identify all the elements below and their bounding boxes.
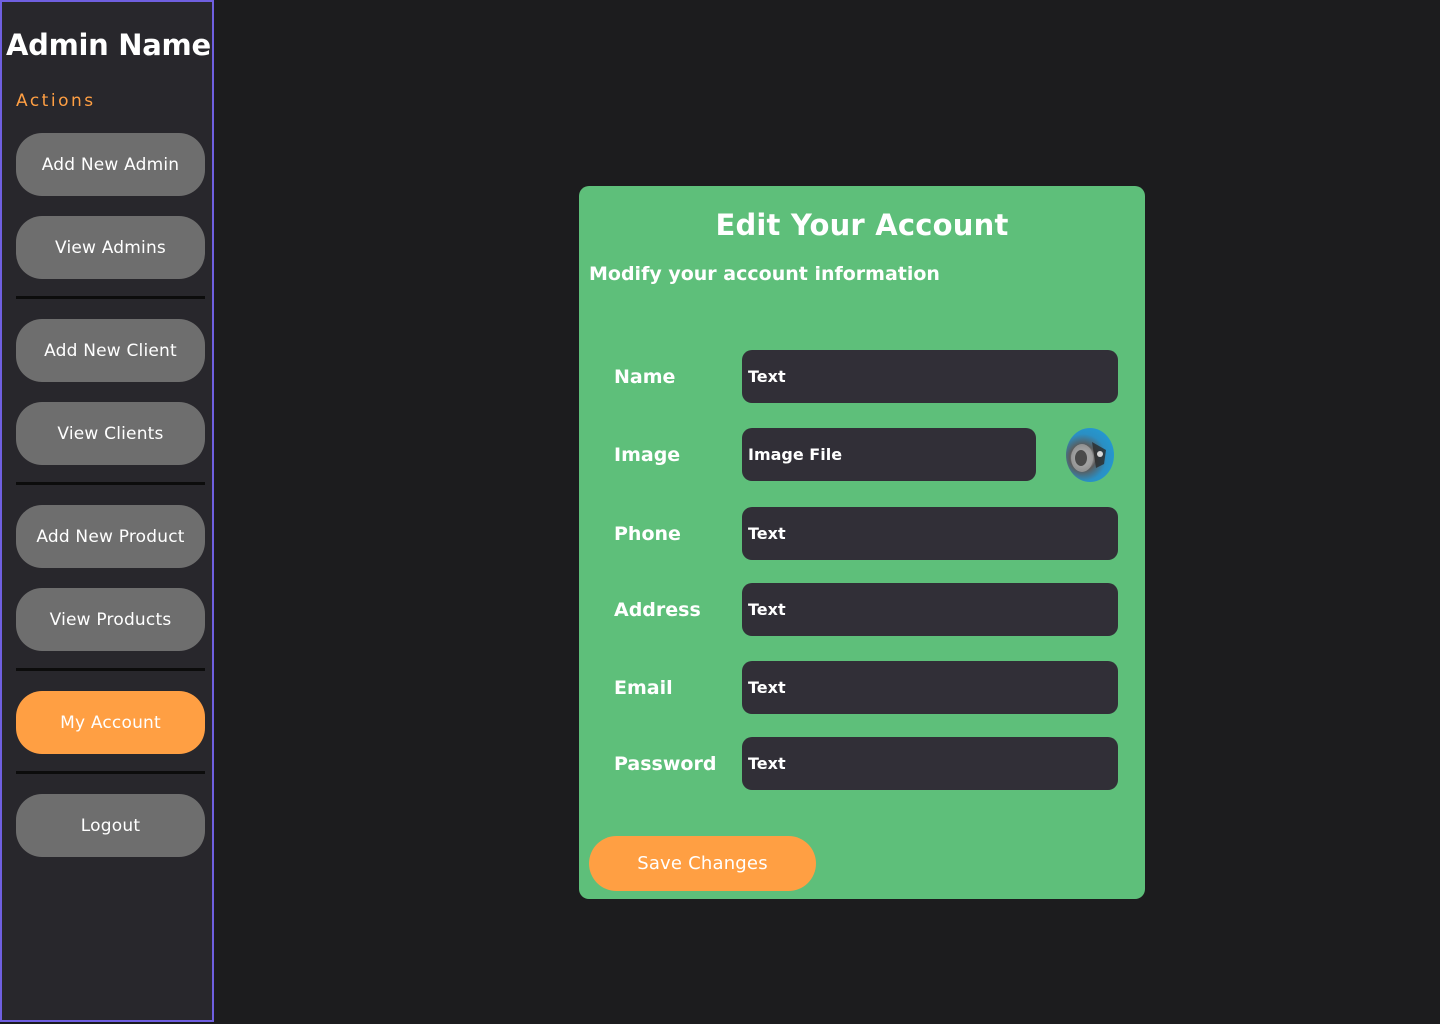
phone-input[interactable]: Text (742, 507, 1118, 560)
view-products-button[interactable]: View Products (16, 588, 205, 651)
profile-image-icon (1071, 442, 1106, 472)
view-admins-button[interactable]: View Admins (16, 216, 205, 279)
name-label: Name (614, 365, 676, 388)
add-new-admin-button[interactable]: Add New Admin (16, 133, 205, 196)
avatar-preview (1066, 428, 1114, 482)
add-new-product-button[interactable]: Add New Product (16, 505, 205, 568)
image-label: Image (614, 443, 681, 466)
password-input[interactable]: Text (742, 737, 1118, 790)
divider (16, 482, 205, 485)
add-new-client-button[interactable]: Add New Client (16, 319, 205, 382)
name-input[interactable]: Text (742, 350, 1118, 403)
address-input[interactable]: Text (742, 583, 1118, 636)
divider (16, 668, 205, 671)
save-changes-button[interactable]: Save Changes (589, 836, 816, 891)
edit-account-card: Edit Your Account Modify your account in… (579, 186, 1145, 899)
email-label: Email (614, 676, 673, 699)
logout-button[interactable]: Logout (16, 794, 205, 857)
actions-section-label: Actions (16, 91, 96, 111)
email-input[interactable]: Text (742, 661, 1118, 714)
image-file-input[interactable]: Image File (742, 428, 1036, 481)
page-subtitle: Modify your account information (589, 263, 940, 285)
sidebar: Admin Name Actions Add New Admin View Ad… (0, 0, 214, 1022)
my-account-button[interactable]: My Account (16, 691, 205, 754)
page-title: Edit Your Account (715, 208, 1009, 242)
divider (16, 771, 205, 774)
admin-name: Admin Name (6, 28, 211, 62)
phone-label: Phone (614, 522, 681, 545)
password-label: Password (614, 752, 717, 775)
address-label: Address (614, 598, 701, 621)
divider (16, 296, 205, 299)
view-clients-button[interactable]: View Clients (16, 402, 205, 465)
